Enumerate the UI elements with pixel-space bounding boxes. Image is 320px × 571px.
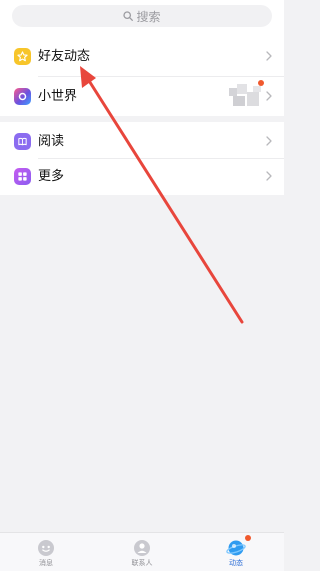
planet-tab-icon: [226, 540, 246, 556]
search-icon: [123, 11, 134, 21]
notification-dot: [258, 80, 264, 86]
planet-icon: [14, 88, 31, 105]
tab-feed[interactable]: 动态: [206, 533, 266, 571]
feed-group: 好友动态 小世界: [0, 37, 284, 116]
chevron-right-icon: [266, 136, 272, 146]
menu-label: 小世界: [38, 89, 78, 104]
tab-label: 联系人: [131, 559, 153, 567]
top-bar: 搜索: [0, 0, 284, 40]
menu-item-small-world[interactable]: 小世界: [0, 77, 284, 116]
tab-label: 消息: [39, 559, 53, 567]
menu-item-friends-feed[interactable]: 好友动态: [0, 37, 284, 76]
content-thumbnail: [229, 80, 264, 108]
menu-label: 阅读: [38, 134, 65, 149]
bottom-tab-bar: 消息 联系人 动态: [0, 532, 284, 571]
menu-item-more[interactable]: 更多: [0, 157, 284, 196]
tab-contacts[interactable]: 联系人: [112, 533, 172, 571]
chevron-right-icon: [266, 171, 272, 181]
menu-label: 更多: [38, 169, 65, 184]
contact-icon: [134, 540, 150, 556]
tab-label: 动态: [229, 559, 243, 567]
tab-messages[interactable]: 消息: [16, 533, 76, 571]
book-icon: [14, 133, 31, 150]
menu-item-reading[interactable]: 阅读: [0, 122, 284, 161]
grid-icon: [14, 168, 31, 185]
search-placeholder: 搜索: [136, 9, 161, 24]
notification-dot: [245, 535, 251, 541]
chat-icon: [38, 540, 54, 556]
menu-label: 好友动态: [38, 49, 91, 64]
star-icon: [14, 48, 31, 65]
extras-group: 阅读 更多: [0, 122, 284, 195]
chevron-right-icon: [266, 91, 272, 101]
search-bar[interactable]: 搜索: [12, 5, 272, 27]
chevron-right-icon: [266, 51, 272, 61]
